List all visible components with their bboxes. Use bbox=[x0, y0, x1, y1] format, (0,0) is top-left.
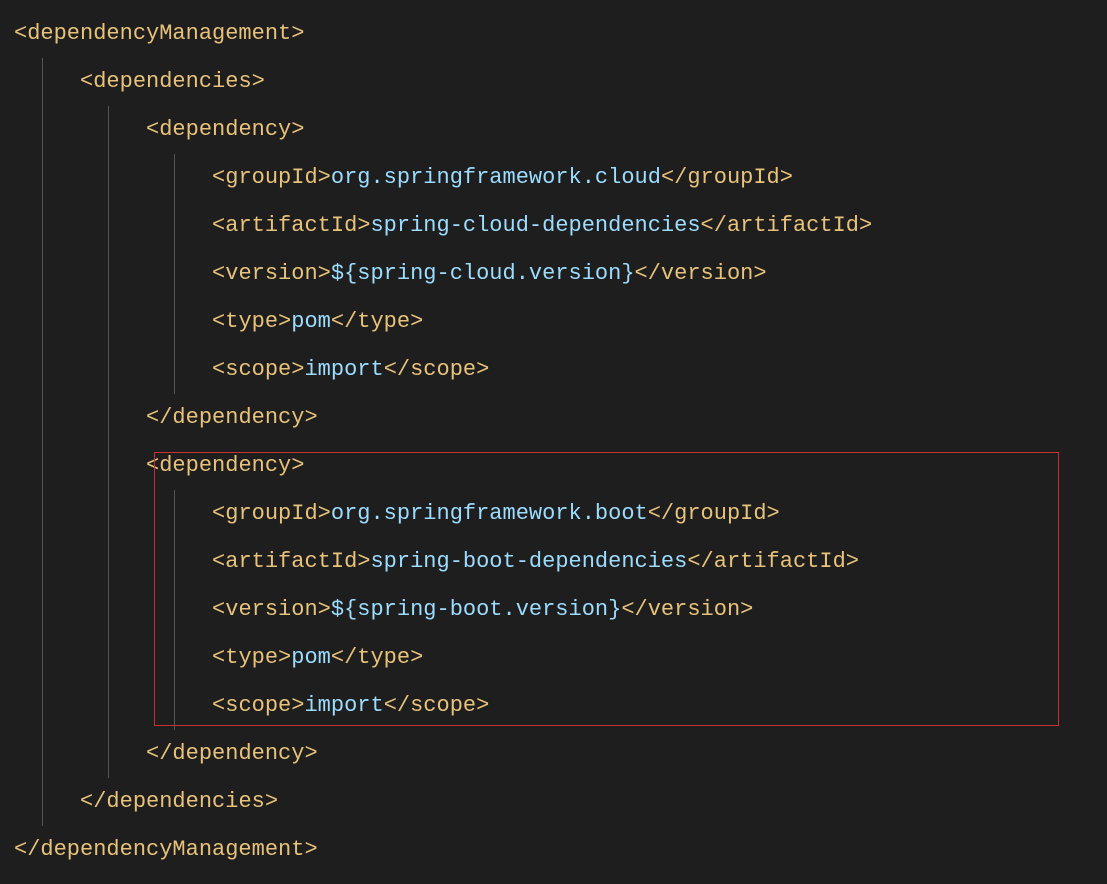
xml-tag: <artifactId> bbox=[212, 549, 370, 574]
xml-line: <scope>import</scope> bbox=[14, 346, 1093, 394]
xml-line: <dependencies> bbox=[14, 58, 1093, 106]
xml-tag: </version> bbox=[621, 597, 753, 622]
xml-tag: <scope> bbox=[212, 693, 304, 718]
xml-tag: </scope> bbox=[384, 357, 490, 382]
xml-tag: </groupId> bbox=[648, 501, 780, 526]
xml-tag: </artifactId> bbox=[687, 549, 859, 574]
xml-line: <dependency> bbox=[14, 106, 1093, 154]
xml-tag: </version> bbox=[635, 261, 767, 286]
xml-tag: <artifactId> bbox=[212, 213, 370, 238]
xml-value: spring-boot-dependencies bbox=[370, 549, 687, 574]
xml-tag: <dependency> bbox=[146, 117, 304, 142]
xml-line: <version>${spring-cloud.version}</versio… bbox=[14, 250, 1093, 298]
xml-tag: </artifactId> bbox=[701, 213, 873, 238]
xml-tag: <version> bbox=[212, 261, 331, 286]
xml-value: spring-cloud-dependencies bbox=[370, 213, 700, 238]
xml-tag: </scope> bbox=[384, 693, 490, 718]
xml-value: pom bbox=[291, 645, 331, 670]
xml-line: <groupId>org.springframework.cloud</grou… bbox=[14, 154, 1093, 202]
xml-line: <type>pom</type> bbox=[14, 634, 1093, 682]
xml-value: org.springframework.boot bbox=[331, 501, 648, 526]
xml-tag: </dependencyManagement> bbox=[14, 837, 318, 862]
xml-tag: </dependencies> bbox=[80, 789, 278, 814]
xml-tag: <scope> bbox=[212, 357, 304, 382]
xml-tag: <dependency> bbox=[146, 453, 304, 478]
xml-tag: </groupId> bbox=[661, 165, 793, 190]
xml-tag: </dependency> bbox=[146, 741, 318, 766]
xml-line: </dependencyManagement> bbox=[14, 826, 1093, 874]
xml-line: <version>${spring-boot.version}</version… bbox=[14, 586, 1093, 634]
xml-line: <dependencyManagement> bbox=[14, 10, 1093, 58]
xml-value: pom bbox=[291, 309, 331, 334]
xml-value: org.springframework.cloud bbox=[331, 165, 661, 190]
xml-line: </dependency> bbox=[14, 394, 1093, 442]
xml-line: <groupId>org.springframework.boot</group… bbox=[14, 490, 1093, 538]
xml-line: </dependency> bbox=[14, 730, 1093, 778]
xml-value: import bbox=[304, 357, 383, 382]
xml-tag: <groupId> bbox=[212, 165, 331, 190]
xml-line: <dependency> bbox=[14, 442, 1093, 490]
xml-tag: <dependencyManagement> bbox=[14, 21, 304, 46]
xml-value: ${spring-boot.version} bbox=[331, 597, 621, 622]
xml-tag: <version> bbox=[212, 597, 331, 622]
code-block: <dependencyManagement> <dependencies> <d… bbox=[14, 10, 1093, 874]
xml-value: ${spring-cloud.version} bbox=[331, 261, 635, 286]
xml-tag: <type> bbox=[212, 309, 291, 334]
xml-line: <type>pom</type> bbox=[14, 298, 1093, 346]
xml-tag: </type> bbox=[331, 645, 423, 670]
xml-tag: <dependencies> bbox=[80, 69, 265, 94]
xml-tag: <type> bbox=[212, 645, 291, 670]
xml-line: <artifactId>spring-cloud-dependencies</a… bbox=[14, 202, 1093, 250]
xml-value: import bbox=[304, 693, 383, 718]
xml-line: <artifactId>spring-boot-dependencies</ar… bbox=[14, 538, 1093, 586]
xml-tag: </type> bbox=[331, 309, 423, 334]
xml-tag: <groupId> bbox=[212, 501, 331, 526]
xml-line: </dependencies> bbox=[14, 778, 1093, 826]
xml-tag: </dependency> bbox=[146, 405, 318, 430]
xml-line: <scope>import</scope> bbox=[14, 682, 1093, 730]
